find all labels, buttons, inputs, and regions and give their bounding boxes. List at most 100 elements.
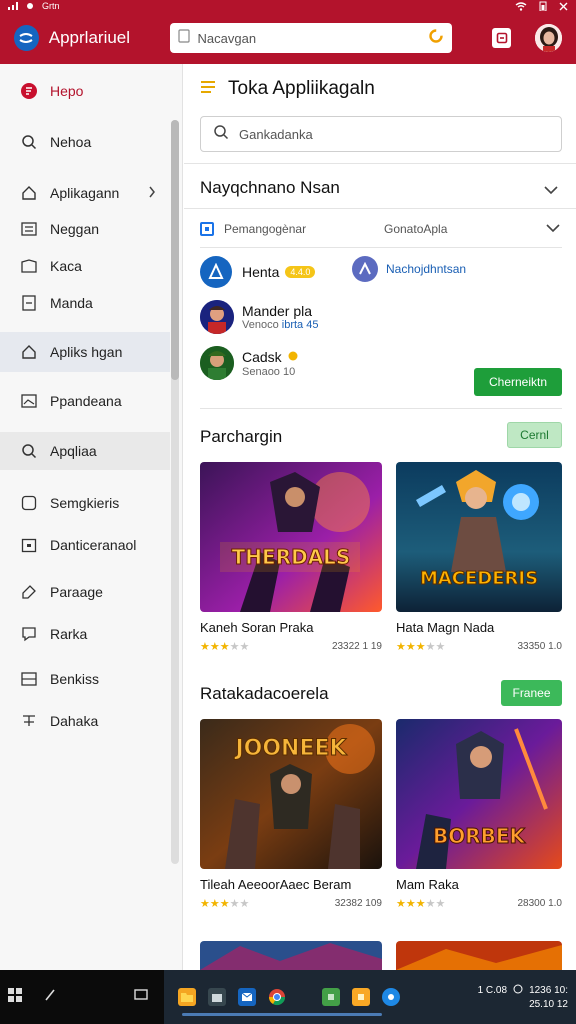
star-rating: ★★★★★: [200, 641, 250, 653]
sidebar-item-apps[interactable]: Aplikagann: [0, 174, 170, 212]
sidebar-item-label: Benkiss: [50, 671, 100, 687]
app-store-icon: [200, 256, 232, 288]
app-yellow-icon[interactable]: [352, 988, 370, 1006]
header-search-placeholder: Nacavgan: [197, 30, 257, 46]
sidebar-item-search-2[interactable]: Apqliaa: [0, 432, 170, 470]
game-title: Mam Raka: [396, 877, 459, 892]
refresh-icon[interactable]: [428, 28, 444, 49]
sidebar-item-image[interactable]: Ppandeana: [0, 382, 170, 420]
image-icon: [20, 392, 38, 410]
game-card[interactable]: BORBEK Mam Raka ★★★★★ 28300 1.0: [396, 719, 562, 910]
sidebar-item-book[interactable]: Kaca: [0, 247, 170, 285]
filter-row[interactable]: Pemangogènar GonatoApla: [200, 210, 562, 248]
chevron-down-icon[interactable]: [544, 182, 558, 200]
game-art-title: BORBEK: [433, 824, 527, 848]
sidebar-item-label: Apqliaa: [50, 443, 97, 459]
sidebar-item-document[interactable]: Manda: [0, 284, 170, 322]
user-avatar[interactable]: [535, 24, 562, 52]
pen-icon[interactable]: [44, 988, 56, 1007]
header-search-input[interactable]: Nacavgan: [169, 23, 453, 53]
section-popular-title: Parchargin: [200, 427, 283, 446]
sidebar-item-home[interactable]: Hepo: [0, 72, 170, 110]
home-outline-icon: [20, 184, 38, 202]
store-icon[interactable]: [208, 988, 226, 1006]
main-panel: Toka Appliikagaln Gankadanka Nayqchnano …: [184, 64, 576, 970]
home-outline-icon: [20, 343, 38, 361]
game-card[interactable]: JOONEEK Tileah AeeoorAaec Beram ★★★★★ 32…: [200, 719, 382, 910]
grid-icon: [20, 670, 38, 688]
sidebar-item-label: Ppandeana: [50, 393, 122, 409]
sidebar-item-text[interactable]: Dahaka: [0, 702, 170, 740]
app-green-icon[interactable]: [322, 988, 340, 1006]
sidebar-item-grid[interactable]: Benkiss: [0, 660, 170, 698]
sidebar-item-label: Paraage: [50, 584, 103, 600]
install-button[interactable]: Cherneiktn: [474, 368, 562, 396]
sidebar-item-label: Hepo: [50, 83, 84, 99]
sidebar-item-label: Aplikagann: [50, 185, 120, 201]
clock-time: 1 C.08: [477, 985, 508, 996]
app-list-item[interactable]: Cadsk Senaoo 10: [200, 346, 298, 380]
chevron-right-icon: [148, 185, 156, 201]
calendar-icon: [20, 536, 38, 554]
game-thumbnail-partial[interactable]: [396, 941, 562, 970]
main-search-placeholder: Gankadanka: [239, 126, 313, 142]
app-subtitle-prefix: Venoco: [242, 319, 282, 331]
game-card[interactable]: THERDALS Kaneh Soran Praka ★★★★★ 23322 1…: [200, 462, 382, 653]
active-app-indicator: [182, 1013, 382, 1016]
app-title: Apprlariuel: [48, 28, 131, 47]
search-icon: [213, 124, 229, 145]
screen-icon[interactable]: [134, 988, 148, 1006]
checkbox-icon[interactable]: [200, 221, 214, 236]
mail-icon[interactable]: [238, 988, 256, 1006]
app-list-item[interactable]: Henta 4.4.0: [200, 256, 316, 288]
sidebar-item-apps-active[interactable]: Apliks hgan: [0, 332, 170, 372]
game-thumbnail: BORBEK: [396, 719, 562, 869]
page-title: Toka Appliikagaln: [228, 78, 375, 99]
section-recommended-title: Ratakadacoerela: [200, 684, 329, 703]
game-thumbnail-partial[interactable]: [200, 941, 382, 970]
taskbar: 1 C.08 1236 10: 25.10 12: [0, 970, 576, 1024]
share-button[interactable]: [492, 28, 512, 48]
chevron-down-icon[interactable]: [546, 222, 560, 236]
sidebar-item-list[interactable]: Neggan: [0, 210, 170, 248]
system-tray[interactable]: 1 C.08 1236 10: 25.10 12: [478, 984, 576, 1011]
document-icon: [177, 28, 190, 48]
verified-badge-icon: [288, 348, 298, 366]
clock-icon: [513, 984, 523, 998]
sidebar-item-square[interactable]: Semgkieris: [0, 484, 170, 522]
section-popular-button[interactable]: Cernl: [507, 422, 562, 448]
sidebar-item-label: Kaca: [50, 258, 82, 274]
review-count: 33350 1.0: [517, 641, 563, 652]
clock-date-2: 25.10 12: [529, 998, 568, 1010]
sidebar-item-calendar[interactable]: Danticeranaol: [0, 526, 170, 564]
developer-link[interactable]: Nachojdhntsan: [386, 262, 466, 276]
sidebar-item-label: Neggan: [50, 221, 100, 237]
developer-link-row[interactable]: Nachojdhntsan: [352, 256, 466, 282]
file-explorer-icon[interactable]: [178, 988, 196, 1006]
status-bar: Grtn: [0, 0, 576, 12]
game-card[interactable]: MACEDERIS Hata Magn Nada ★★★★★ 33350 1.0: [396, 462, 562, 653]
app-logo-icon[interactable]: [14, 25, 39, 51]
sidebar-item-tag[interactable]: Paraage: [0, 573, 170, 611]
close-icon[interactable]: [559, 2, 568, 11]
sidebar-item-chat[interactable]: Rarka: [0, 615, 170, 653]
developer-icon: [352, 256, 378, 282]
sidebar-item-search[interactable]: Nehoa: [0, 123, 170, 161]
windows-start-icon[interactable]: [8, 987, 22, 1007]
game-thumbnail: THERDALS: [200, 462, 382, 612]
menu-icon[interactable]: [200, 80, 216, 98]
status-left-text: Grtn: [42, 1, 60, 11]
game-title: Tileah AeeoorAaec Beram: [200, 877, 352, 892]
sidebar-item-label: Apliks hgan: [50, 344, 123, 360]
chrome-icon[interactable]: [268, 988, 286, 1006]
review-count: 23322 1 19: [331, 641, 382, 652]
app-blue-icon[interactable]: [382, 988, 400, 1006]
sidebar-item-label: Rarka: [50, 626, 88, 642]
main-search-input[interactable]: Gankadanka: [200, 116, 562, 152]
section-recommended-button[interactable]: Franee: [501, 680, 562, 706]
app-list-item[interactable]: Mander pla Venoco ibrta 45: [200, 300, 318, 334]
sidebar-scrollbar-thumb[interactable]: [171, 120, 179, 380]
game-thumbnail: JOONEEK: [200, 719, 382, 869]
search-icon: [20, 133, 38, 151]
sidebar-item-label: Dahaka: [50, 713, 99, 729]
